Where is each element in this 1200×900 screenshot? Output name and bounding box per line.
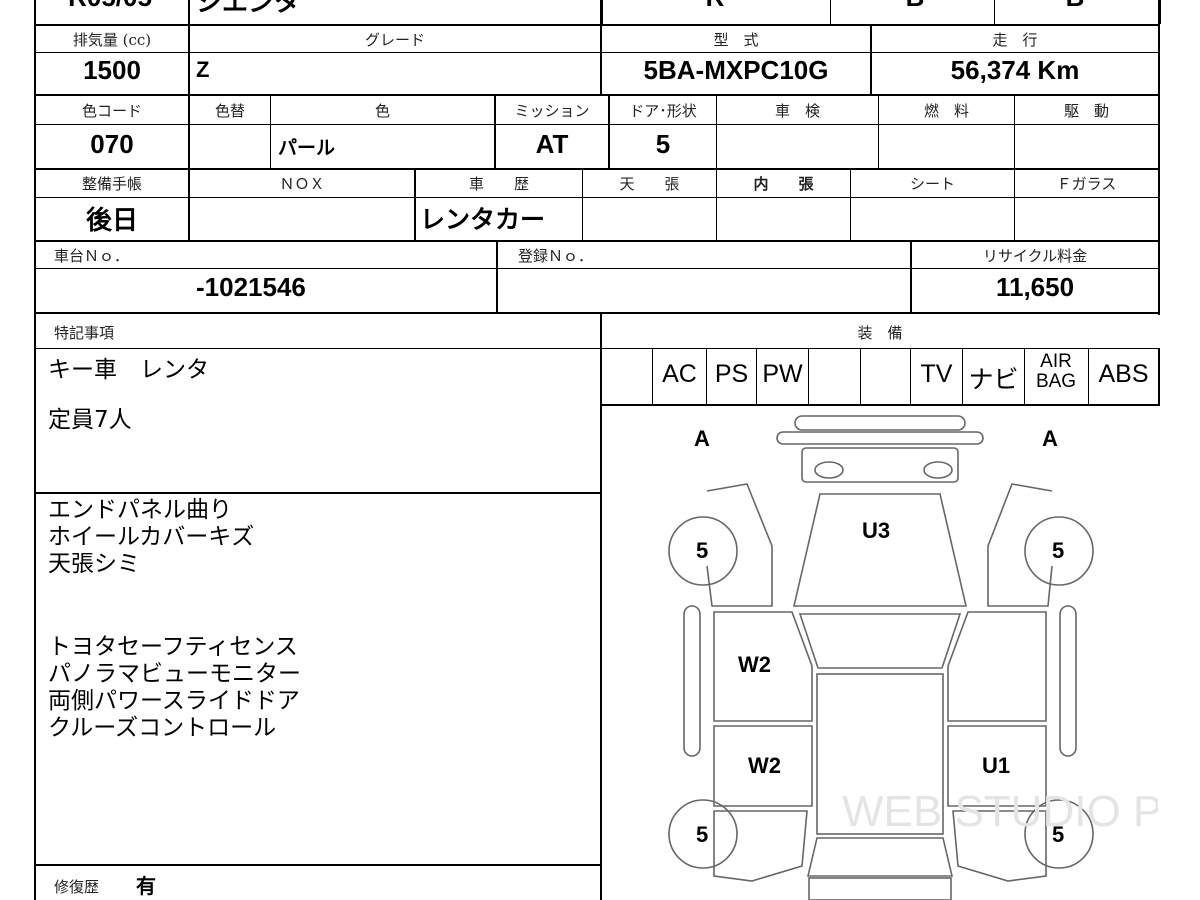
hood bbox=[792, 493, 968, 607]
registration-label: 登録Ｎｏ． bbox=[518, 247, 594, 265]
windshield bbox=[798, 613, 962, 669]
maintenance-value: 後日 bbox=[85, 205, 138, 235]
door-label: ドア･形状 bbox=[629, 102, 697, 120]
left-front-fender bbox=[706, 483, 773, 607]
history-label: 車 歴 bbox=[468, 175, 529, 193]
mission-value: AT bbox=[535, 129, 569, 159]
right-front-fender bbox=[987, 483, 1053, 607]
repair-history-label: 修復歴 bbox=[54, 878, 100, 896]
equipment-label: 装 備 bbox=[857, 324, 903, 342]
mileage-label: 走 行 bbox=[992, 31, 1038, 49]
equipment-item: AIR BAG bbox=[1035, 351, 1077, 392]
score: R bbox=[690, 0, 740, 13]
grade-label: グレード bbox=[364, 31, 425, 49]
recycle-value: 11,650 bbox=[995, 272, 1075, 302]
displacement-label: 排気量 (cc) bbox=[72, 31, 152, 49]
drive-label: 駆 動 bbox=[1063, 102, 1109, 120]
mark-left-front-door: W2 bbox=[738, 652, 771, 677]
option-item: 両側パワースライドドア bbox=[48, 688, 300, 714]
color-label: 色 bbox=[374, 102, 390, 120]
color-code-label: 色コード bbox=[81, 102, 142, 120]
mark-hood: U3 bbox=[862, 518, 890, 543]
rear-window bbox=[806, 837, 954, 877]
mark-front-left-wheel: 5 bbox=[696, 538, 708, 563]
mark-rear-left-wheel: 5 bbox=[696, 822, 708, 847]
equipment-item: AC bbox=[662, 360, 697, 388]
auction-date: R05/05 bbox=[50, 0, 170, 13]
equipment-item: ナビ bbox=[968, 366, 1019, 394]
mark-front-left-glass: A bbox=[694, 426, 710, 451]
interior-grade: B bbox=[890, 0, 940, 13]
mark-rear-right-wheel: 5 bbox=[1052, 822, 1064, 847]
option-item: パノラマビューモニター bbox=[48, 661, 301, 687]
notes-label: 特記事項 bbox=[54, 324, 115, 342]
glass-label: Ｆガラス bbox=[1056, 175, 1117, 193]
roof-label: 天 張 bbox=[619, 175, 680, 193]
damage-item: エンドパネル曲り bbox=[48, 497, 232, 523]
history-value: レンタカー bbox=[420, 206, 546, 234]
option-item: トヨタセーフティセンス bbox=[48, 634, 298, 660]
right-side-step bbox=[1059, 605, 1077, 757]
headlight-right bbox=[923, 461, 953, 479]
repair-history-value: 有 bbox=[136, 876, 156, 898]
equipment-item: TV bbox=[920, 360, 953, 388]
option-item: クルーズコントロール bbox=[48, 715, 277, 741]
inspection-label: 車 検 bbox=[774, 102, 820, 120]
damage-item: 天張シミ bbox=[48, 551, 140, 577]
type-value: 5BA-MXPC10G bbox=[643, 55, 829, 85]
equipment-item: PS bbox=[714, 360, 749, 388]
mark-front-right-glass: A bbox=[1042, 426, 1058, 451]
model-name: シエンタ bbox=[196, 0, 301, 17]
mark-right-rear-door: U1 bbox=[982, 753, 1010, 778]
recycle-label: リサイクル料金 bbox=[982, 247, 1088, 265]
front-bumper-lower bbox=[776, 431, 984, 445]
grade-value: Z bbox=[196, 57, 210, 82]
mark-front-right-wheel: 5 bbox=[1052, 538, 1064, 563]
front-bumper bbox=[794, 415, 966, 431]
mark-left-rear-door: W2 bbox=[748, 753, 781, 778]
right-front-door-outline bbox=[947, 611, 1047, 722]
left-side-step bbox=[683, 605, 701, 757]
maintenance-label: 整備手帳 bbox=[81, 175, 142, 193]
note-line-1: キー車 レンタ bbox=[48, 357, 209, 383]
mission-label: ミッション bbox=[514, 102, 590, 120]
seat-label: シート bbox=[909, 175, 955, 193]
left-rear-quarter bbox=[713, 810, 808, 882]
color-value: パール bbox=[278, 138, 336, 159]
door-value: 5 bbox=[655, 129, 671, 159]
chassis-value: -1021546 bbox=[196, 272, 306, 302]
headlight-left bbox=[814, 461, 844, 479]
displacement-value: 1500 bbox=[83, 55, 141, 85]
watermark: WEB STUDIO PRO bbox=[842, 787, 1158, 836]
mileage-value: 56,374 Km bbox=[950, 55, 1080, 85]
equipment-item: ABS bbox=[1098, 360, 1149, 388]
equipment-item: PW bbox=[762, 360, 803, 388]
type-label: 型 式 bbox=[713, 31, 759, 49]
interior-label: 内 張 bbox=[753, 175, 814, 193]
color-change-label: 色替 bbox=[214, 102, 245, 120]
exterior-grade: B bbox=[1050, 0, 1100, 13]
grille bbox=[801, 447, 959, 483]
fuel-label: 燃 料 bbox=[923, 102, 969, 120]
tailgate bbox=[808, 877, 952, 900]
damage-item: ホイールカバーキズ bbox=[48, 524, 255, 550]
note-line-2: 定員7人 bbox=[48, 407, 132, 433]
chassis-label: 車台Ｎｏ． bbox=[54, 247, 130, 265]
color-code-value: 070 bbox=[90, 129, 134, 159]
car-damage-diagram: WEB STUDIO PRO A A U3 5 5 W2 W2 U1 5 5 bbox=[668, 415, 1158, 900]
nox-label: ＮＯＸ bbox=[279, 175, 325, 193]
